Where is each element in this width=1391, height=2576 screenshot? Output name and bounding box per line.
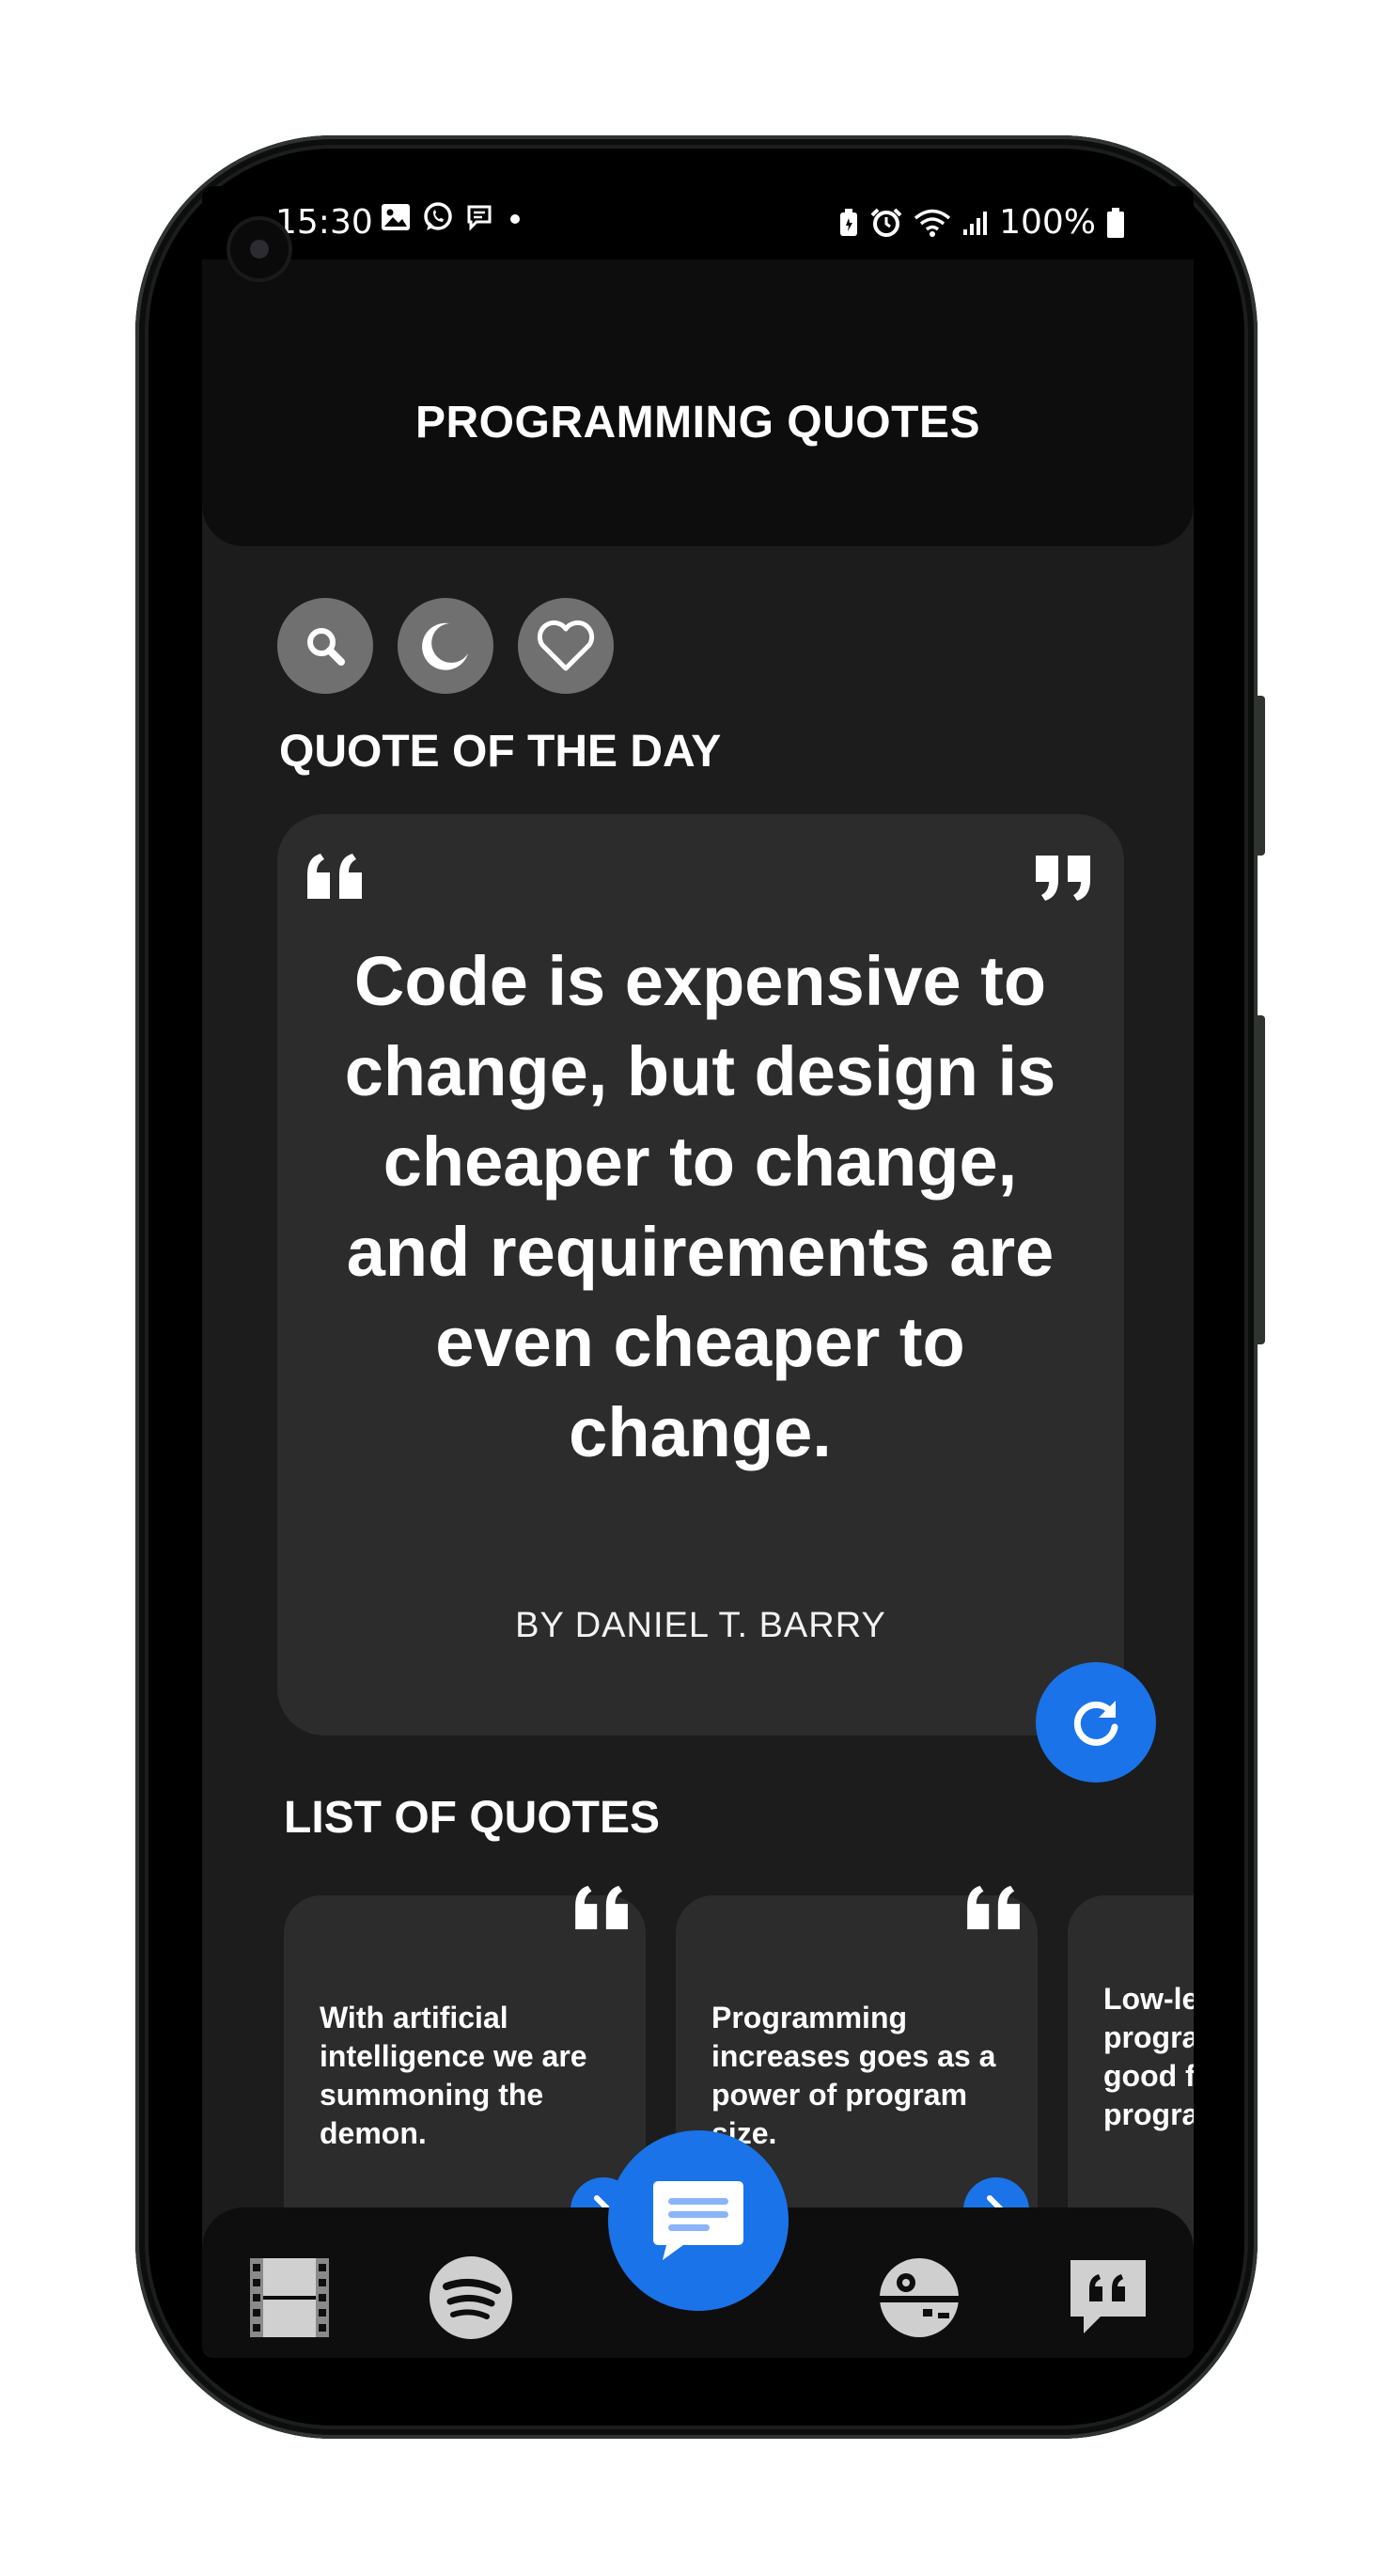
quote-of-day-author: BY DANIEL T. BARRY — [515, 1606, 886, 1645]
spotify-icon — [430, 2256, 512, 2339]
quote-list-text: Low-level programming is good for the pr… — [1103, 1982, 1194, 2131]
power-button — [1254, 1015, 1265, 1344]
death-star-icon — [880, 2258, 959, 2337]
moon-icon — [422, 622, 468, 670]
volume-button — [1254, 696, 1265, 856]
favorites-button[interactable] — [518, 598, 614, 694]
battery-percent: 100% — [999, 203, 1096, 242]
battery-icon — [1107, 207, 1124, 238]
messages-fab[interactable] — [608, 2130, 789, 2311]
status-bar: 15:30 100% — [202, 186, 1194, 259]
quote-list-text: Programming increases goes as a power of… — [711, 2001, 996, 2150]
refresh-quote-button[interactable] — [1036, 1662, 1156, 1783]
nav-music[interactable] — [426, 2253, 516, 2343]
alarm-icon — [870, 208, 902, 237]
chat-icon — [467, 205, 492, 231]
nav-movies[interactable] — [244, 2253, 335, 2343]
app-header: PROGRAMMING QUOTES — [202, 259, 1194, 546]
quote-of-day-text: Code is expensive to change, but design … — [344, 942, 1056, 1471]
list-of-quotes-heading: LIST OF QUOTES — [284, 1793, 661, 1843]
close-quote-icon — [1036, 856, 1090, 901]
messages-icon — [653, 2181, 743, 2260]
search-button[interactable] — [277, 598, 373, 694]
app-screen: 15:30 100% PROGRAMMING QUOTES QUOTE OF T… — [202, 186, 1194, 2358]
quote-mark-icon — [967, 1885, 1020, 1930]
quote-of-day-heading: QUOTE OF THE DAY — [279, 727, 722, 777]
search-icon — [307, 628, 345, 666]
dark-mode-button[interactable] — [398, 598, 493, 694]
nav-star-wars[interactable] — [874, 2253, 964, 2343]
refresh-icon — [1073, 1701, 1118, 1746]
nav-quotes[interactable] — [1063, 2253, 1153, 2343]
wifi-icon — [914, 209, 951, 237]
page-title: PROGRAMMING QUOTES — [414, 398, 980, 448]
quote-mark-icon — [575, 1885, 628, 1930]
open-quote-icon — [307, 854, 362, 899]
status-time: 15:30 — [275, 203, 373, 242]
quote-list-text: With artificial intelligence we are summ… — [320, 2001, 587, 2150]
image-icon — [382, 204, 410, 230]
battery-saver-icon — [840, 208, 858, 236]
front-camera — [230, 220, 289, 278]
whatsapp-icon — [424, 202, 452, 230]
quote-bubble-icon — [1071, 2260, 1146, 2333]
heart-icon — [537, 620, 595, 671]
film-icon — [250, 2258, 329, 2337]
dot-icon — [510, 214, 520, 224]
status-system-icons: 100% — [837, 203, 1126, 242]
status-notification-icons — [381, 201, 525, 233]
quote-of-day-card: Code is expensive to change, but design … — [277, 814, 1124, 1736]
signal-icon — [963, 211, 988, 235]
